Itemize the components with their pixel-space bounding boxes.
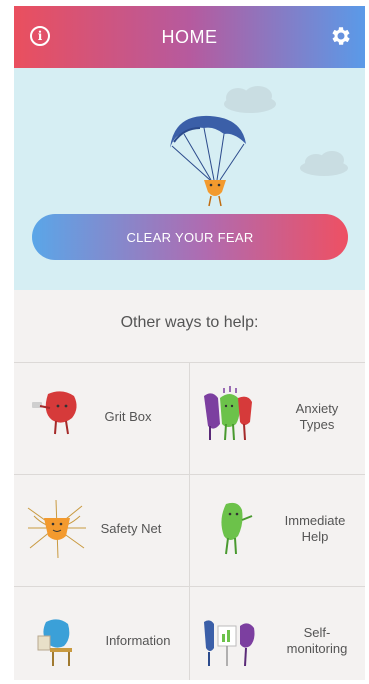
immediate-help-label-line1: Immediate — [284, 513, 346, 528]
safety-net-icon — [27, 499, 86, 559]
safety-net-label: Safety Net — [100, 521, 162, 536]
monitoring-characters-icon — [204, 620, 255, 667]
cloud-icon — [300, 151, 348, 176]
cloud-icon — [224, 86, 276, 113]
safety-net-option[interactable]: Safety Net — [14, 474, 189, 586]
self-monitoring-label-line1: Self- — [303, 625, 331, 640]
anxiety-types-label-line2: Types — [299, 417, 335, 432]
gear-icon — [332, 27, 350, 45]
other-ways-heading: Other ways to help: — [120, 314, 259, 331]
red-character-icon — [32, 391, 77, 435]
self-monitoring-label: Self- monitoring — [272, 625, 362, 657]
self-monitoring-label-line2: monitoring — [286, 641, 348, 656]
grit-box-option[interactable]: Grit Box — [14, 362, 189, 474]
anxiety-characters-icon — [204, 386, 252, 441]
blue-character-reading-icon — [37, 619, 72, 666]
help-options-grid: Grit Box Anxiety Types Safety Net Immedi… — [14, 362, 365, 680]
home-screen: i HOME CLEAR YOUR FEAR Other ways to hel… — [14, 6, 365, 680]
green-character-icon — [221, 502, 253, 555]
info-button[interactable]: i — [30, 26, 50, 46]
info-icon: i — [37, 29, 43, 43]
clear-your-fear-button[interactable]: CLEAR YOUR FEAR — [32, 214, 348, 260]
information-label: Information — [105, 633, 171, 648]
information-option[interactable]: Information — [14, 586, 189, 680]
self-monitoring-option[interactable]: Self- monitoring — [190, 586, 365, 680]
grit-box-label: Grit Box — [104, 409, 152, 424]
hero-banner: CLEAR YOUR FEAR — [14, 68, 365, 290]
anxiety-types-option[interactable]: Anxiety Types — [190, 362, 365, 474]
anxiety-types-label-line1: Anxiety — [295, 401, 339, 416]
immediate-help-label-line2: Help — [301, 529, 329, 544]
app-header: i HOME — [14, 6, 365, 68]
immediate-help-option[interactable]: Immediate Help — [190, 474, 365, 586]
anxiety-types-label: Anxiety Types — [272, 401, 362, 433]
page-title: HOME — [161, 26, 218, 47]
settings-button[interactable] — [329, 24, 353, 48]
immediate-help-label: Immediate Help — [266, 513, 364, 545]
